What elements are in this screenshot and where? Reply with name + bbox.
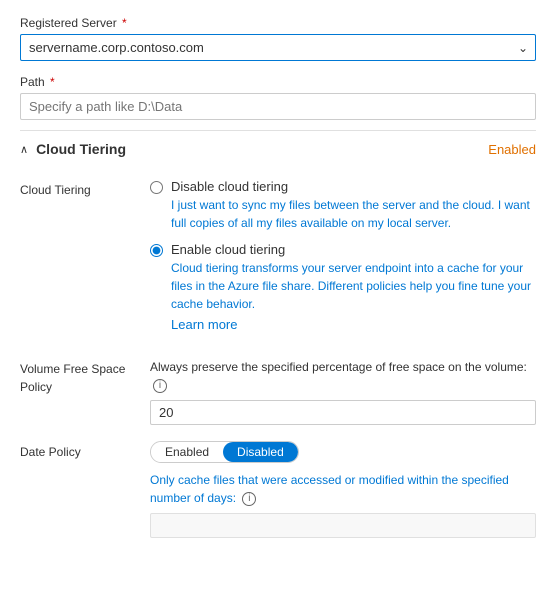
path-input[interactable]: [20, 93, 536, 120]
section-title: Cloud Tiering: [36, 141, 126, 157]
collapse-chevron-icon[interactable]: ∧: [20, 143, 28, 156]
registered-server-label: Registered Server *: [20, 16, 536, 30]
registered-server-label-text: Registered Server: [20, 16, 117, 30]
learn-more-link[interactable]: Learn more: [171, 317, 237, 332]
date-policy-days-input[interactable]: [150, 513, 536, 538]
volume-free-space-content: Always preserve the specified percentage…: [150, 358, 536, 425]
disable-option-description: I just want to sync my files between the…: [171, 196, 536, 232]
registered-server-field: Registered Server * servername.corp.cont…: [20, 16, 536, 61]
volume-free-space-desc-text: Always preserve the specified percentage…: [150, 360, 527, 374]
cloud-tiering-field-content: Disable cloud tiering I just want to syn…: [150, 179, 536, 342]
date-policy-disabled-button[interactable]: Disabled: [223, 442, 298, 462]
section-header-left: ∧ Cloud Tiering: [20, 141, 126, 157]
required-star-path: *: [47, 75, 55, 89]
enable-option-text: Enable cloud tiering Cloud tiering trans…: [171, 242, 536, 332]
date-policy-label: Date Policy: [20, 441, 150, 538]
disable-option-title: Disable cloud tiering: [171, 179, 536, 194]
disable-cloud-tiering-option: Disable cloud tiering I just want to syn…: [150, 179, 536, 232]
section-status-badge: Enabled: [488, 142, 536, 157]
volume-free-space-description: Always preserve the specified percentage…: [150, 358, 536, 394]
path-label-text: Path: [20, 75, 45, 89]
disable-cloud-tiering-radio[interactable]: [150, 181, 163, 194]
date-policy-label-text: Date Policy: [20, 445, 81, 459]
volume-free-space-row: Volume Free Space Policy Always preserve…: [20, 358, 536, 425]
volume-free-space-label-text: Volume Free Space Policy: [20, 362, 125, 394]
path-label: Path *: [20, 75, 536, 89]
enable-option-description: Cloud tiering transforms your server end…: [171, 259, 536, 313]
volume-info-icon[interactable]: i: [153, 379, 167, 393]
enable-cloud-tiering-radio[interactable]: [150, 244, 163, 257]
registered-server-select[interactable]: servername.corp.contoso.com: [20, 34, 536, 61]
required-star-server: *: [119, 16, 127, 30]
cloud-tiering-label-text: Cloud Tiering: [20, 183, 91, 197]
date-policy-desc-text: Only cache files that were accessed or m…: [150, 473, 509, 505]
date-policy-content: Enabled Disabled Only cache files that w…: [150, 441, 536, 538]
date-policy-description: Only cache files that were accessed or m…: [150, 471, 536, 507]
enable-cloud-tiering-option: Enable cloud tiering Cloud tiering trans…: [150, 242, 536, 332]
date-policy-row: Date Policy Enabled Disabled Only cache …: [20, 441, 536, 538]
date-policy-toggle-group: Enabled Disabled: [150, 441, 299, 463]
cloud-tiering-options-row: Cloud Tiering Disable cloud tiering I ju…: [20, 179, 536, 342]
disable-option-text: Disable cloud tiering I just want to syn…: [171, 179, 536, 232]
path-field: Path *: [20, 75, 536, 120]
volume-free-space-label: Volume Free Space Policy: [20, 358, 150, 425]
date-info-icon[interactable]: i: [242, 492, 256, 506]
volume-free-space-input[interactable]: [150, 400, 536, 425]
cloud-tiering-section-header: ∧ Cloud Tiering Enabled: [20, 130, 536, 167]
registered-server-select-wrapper: servername.corp.contoso.com ⌄: [20, 34, 536, 61]
date-policy-enabled-button[interactable]: Enabled: [151, 442, 223, 462]
cloud-tiering-field-label: Cloud Tiering: [20, 179, 150, 342]
enable-option-title: Enable cloud tiering: [171, 242, 536, 257]
